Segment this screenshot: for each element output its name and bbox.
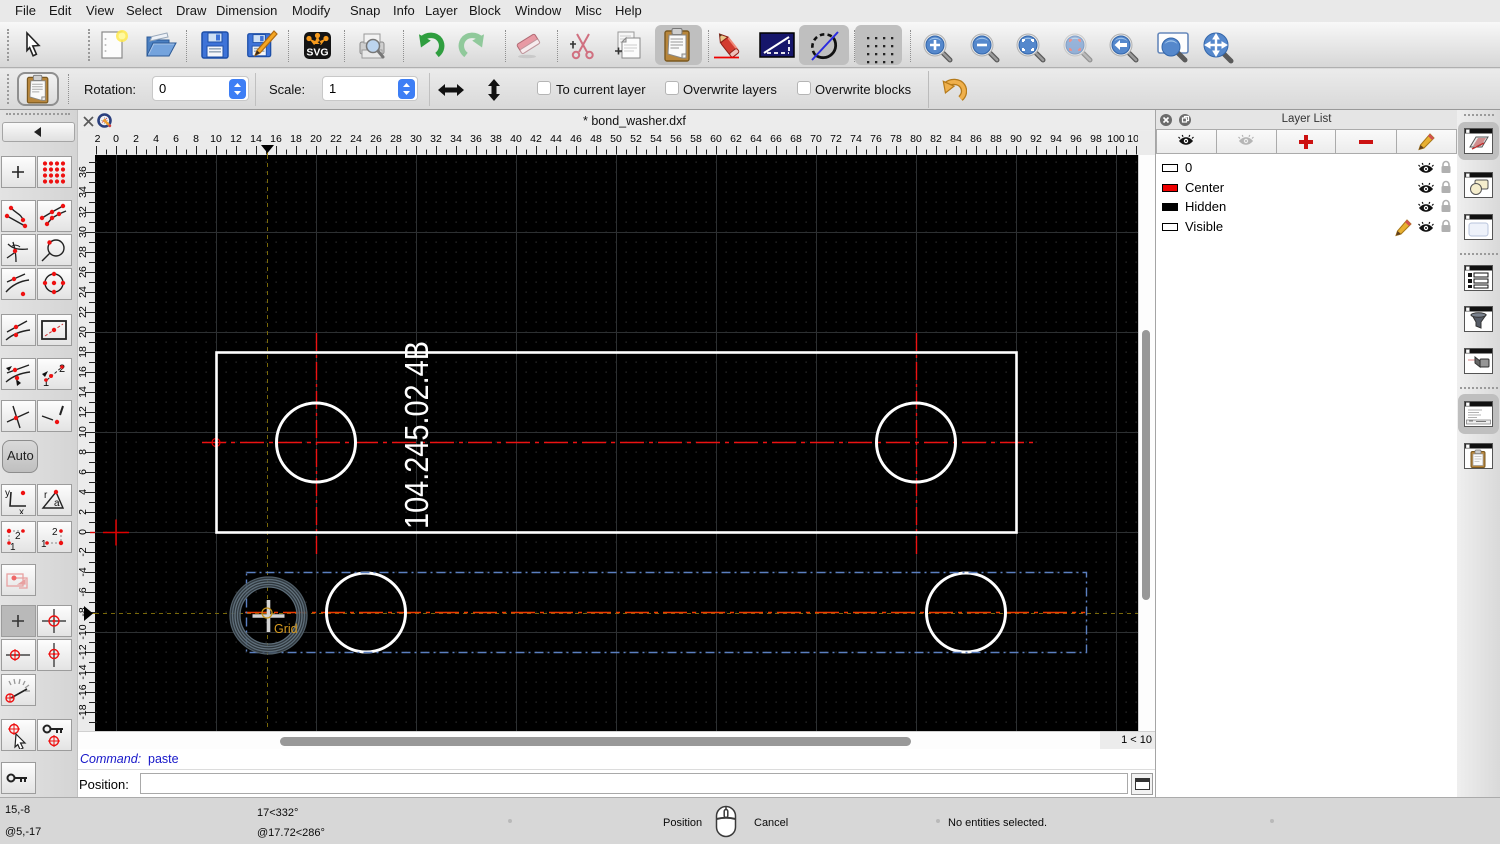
svg-text:a: a: [54, 498, 60, 509]
svg-text:94: 94: [1050, 133, 1062, 145]
svg-text:52: 52: [630, 133, 642, 145]
svg-text:42: 42: [530, 133, 542, 145]
svg-text:16: 16: [78, 366, 89, 378]
svg-text:82: 82: [930, 133, 942, 145]
svg-text:6: 6: [78, 469, 89, 475]
svg-text:20: 20: [310, 133, 322, 145]
svg-text:SVG: SVG: [306, 47, 328, 59]
svg-text:24: 24: [78, 286, 89, 298]
svg-text:30: 30: [78, 226, 89, 238]
svg-text:-6: -6: [78, 587, 89, 596]
svg-text:6: 6: [173, 133, 179, 145]
svg-text:100: 100: [1107, 133, 1125, 145]
svg-text:14: 14: [78, 386, 89, 398]
svg-text:-10: -10: [78, 624, 89, 639]
svg-text:92: 92: [1030, 133, 1042, 145]
svg-text:46: 46: [570, 133, 582, 145]
svg-text:1: 1: [10, 542, 16, 551]
svg-text:62: 62: [730, 133, 742, 145]
svg-text:2: 2: [52, 527, 58, 538]
svg-text:80: 80: [910, 133, 922, 145]
svg-text:32: 32: [430, 133, 442, 145]
svg-text:2: 2: [15, 531, 21, 542]
svg-text:84: 84: [950, 133, 962, 145]
svg-text:16: 16: [270, 133, 282, 145]
svg-text:34: 34: [450, 133, 462, 145]
svg-text:96: 96: [1070, 133, 1082, 145]
svg-text:20: 20: [78, 326, 89, 338]
svg-text:54: 54: [650, 133, 662, 145]
svg-text:12: 12: [78, 406, 89, 418]
svg-text:60: 60: [710, 133, 722, 145]
svg-text:r: r: [44, 490, 48, 501]
svg-text:56: 56: [670, 133, 682, 145]
svg-text:88: 88: [990, 133, 1002, 145]
svg-text:86: 86: [970, 133, 982, 145]
svg-text:2: 2: [78, 509, 89, 515]
svg-text:-18: -18: [78, 704, 89, 719]
svg-text:58: 58: [690, 133, 702, 145]
svg-text:2: 2: [133, 133, 139, 145]
svg-text:-4: -4: [78, 567, 89, 576]
svg-text:32: 32: [78, 206, 89, 218]
svg-text:-2: -2: [78, 547, 89, 556]
svg-text:48: 48: [590, 133, 602, 145]
svg-text:2: 2: [95, 133, 101, 145]
svg-text:12: 12: [230, 133, 242, 145]
svg-text:x: x: [19, 507, 24, 514]
svg-text:36: 36: [78, 166, 89, 178]
svg-text:28: 28: [390, 133, 402, 145]
svg-text:66: 66: [770, 133, 782, 145]
svg-text:18: 18: [290, 133, 302, 145]
svg-text:72: 72: [830, 133, 842, 145]
svg-text:22: 22: [330, 133, 342, 145]
svg-text:0: 0: [113, 133, 119, 145]
svg-text:10: 10: [210, 133, 222, 145]
svg-text:70: 70: [810, 133, 822, 145]
svg-text:64: 64: [750, 133, 762, 145]
svg-text:30: 30: [410, 133, 422, 145]
svg-text:Grid: Grid: [274, 622, 298, 636]
svg-text:-14: -14: [78, 664, 89, 679]
svg-text:2: 2: [59, 363, 65, 375]
svg-text:26: 26: [78, 266, 89, 278]
svg-text:0: 0: [78, 529, 89, 535]
svg-text:26: 26: [370, 133, 382, 145]
svg-text:4: 4: [153, 133, 159, 145]
svg-text:y: y: [5, 488, 10, 499]
svg-text:18: 18: [78, 346, 89, 358]
svg-text:104.245.02.4B: 104.245.02.4B: [398, 341, 435, 529]
svg-text:4: 4: [78, 489, 89, 495]
svg-text:98: 98: [1090, 133, 1102, 145]
svg-text:10: 10: [78, 426, 89, 438]
svg-text:50: 50: [610, 133, 622, 145]
svg-text:90: 90: [1010, 133, 1022, 145]
svg-text:-16: -16: [78, 684, 89, 699]
svg-text:8: 8: [78, 449, 89, 455]
svg-text:24: 24: [350, 133, 362, 145]
svg-text:28: 28: [78, 246, 89, 258]
svg-text:-12: -12: [78, 644, 89, 659]
svg-text:78: 78: [890, 133, 902, 145]
svg-text:8: 8: [193, 133, 199, 145]
svg-text:14: 14: [250, 133, 262, 145]
svg-text:102: 102: [1127, 133, 1138, 145]
svg-text:34: 34: [78, 186, 89, 198]
svg-text:74: 74: [850, 133, 862, 145]
svg-text:36: 36: [470, 133, 482, 145]
svg-text:22: 22: [78, 306, 89, 318]
svg-text:68: 68: [790, 133, 802, 145]
svg-text:76: 76: [870, 133, 882, 145]
svg-text:40: 40: [510, 133, 522, 145]
svg-text:44: 44: [550, 133, 562, 145]
svg-text:38: 38: [490, 133, 502, 145]
